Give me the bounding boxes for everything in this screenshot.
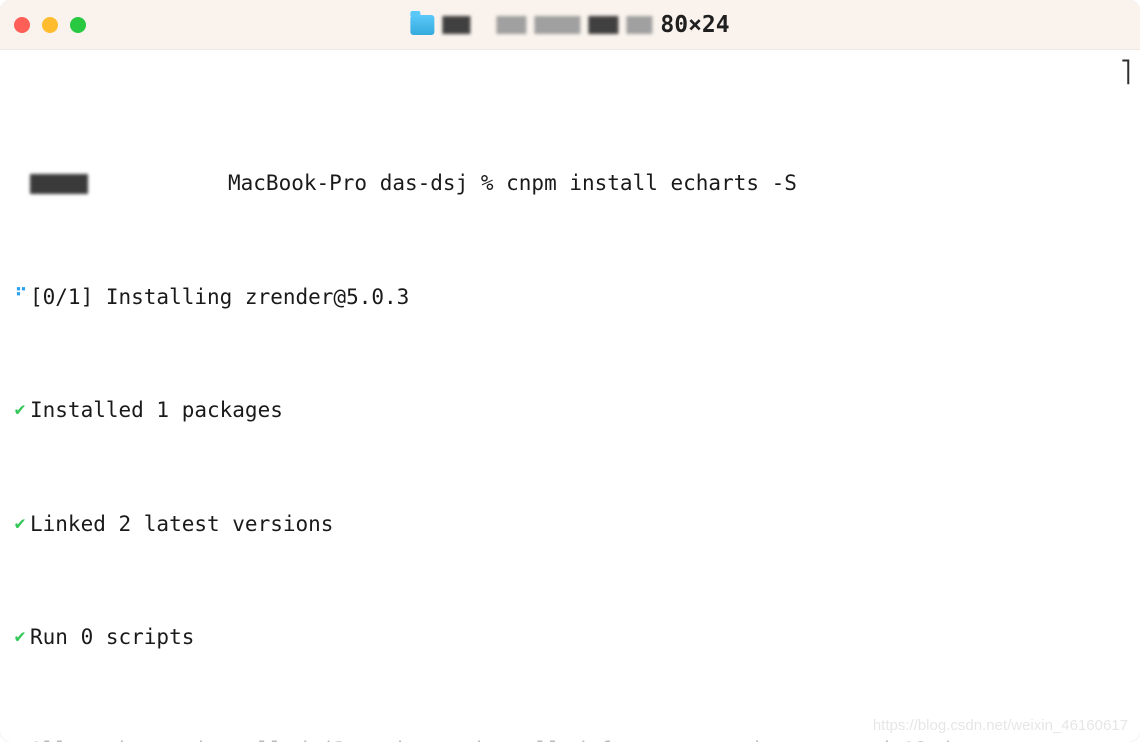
scroll-indicator: ⎤ [1119,58,1132,86]
terminal-output[interactable]: ⎤ MacBook-Pro das-dsj % cnpm install ech… [0,50,1140,742]
output-line: ✔ All packages installed (3 packages ins… [10,736,1132,742]
install-progress: [0/1] Installing zrender@5.0.3 [30,283,409,311]
titlebar: 80×24 [0,0,1140,50]
redacted-title-part [496,16,526,34]
summary-line: All packages installed (3 packages insta… [30,736,1016,742]
redacted-title-part [534,16,580,34]
close-icon[interactable] [14,17,30,33]
check-icon: ✔ [15,738,26,742]
check-icon: ✔ [15,398,26,422]
run-scripts: Run 0 scripts [30,623,194,651]
terminal-window: 80×24 ⎤ MacBook-Pro das-dsj % cnpm insta… [0,0,1140,742]
prompt-line: MacBook-Pro das-dsj % cnpm install echar… [10,169,1132,197]
traffic-lights [14,17,86,33]
output-line: ✔ Installed 1 packages [10,396,1132,424]
output-line: ⠋ [0/1] Installing zrender@5.0.3 [10,283,1132,311]
check-icon: ✔ [15,625,26,649]
command-text: MacBook-Pro das-dsj % cnpm install echar… [228,169,797,197]
redacted-title-part [588,16,618,34]
folder-icon [410,15,434,35]
linked-versions: Linked 2 latest versions [30,510,333,538]
redacted-title-part [626,16,652,34]
check-icon: ✔ [15,512,26,536]
redacted-title-part [442,16,470,34]
output-line: ✔ Linked 2 latest versions [10,510,1132,538]
terminal-dimensions: 80×24 [660,12,729,38]
output-line: ✔ Run 0 scripts [10,623,1132,651]
redacted-hostname [30,174,88,194]
window-title: 80×24 [410,12,729,38]
minimize-icon[interactable] [42,17,58,33]
maximize-icon[interactable] [70,17,86,33]
spinner-icon: ⠋ [15,285,25,308]
watermark: https://blog.csdn.net/weixin_46160617 [873,716,1128,736]
installed-packages: Installed 1 packages [30,396,283,424]
